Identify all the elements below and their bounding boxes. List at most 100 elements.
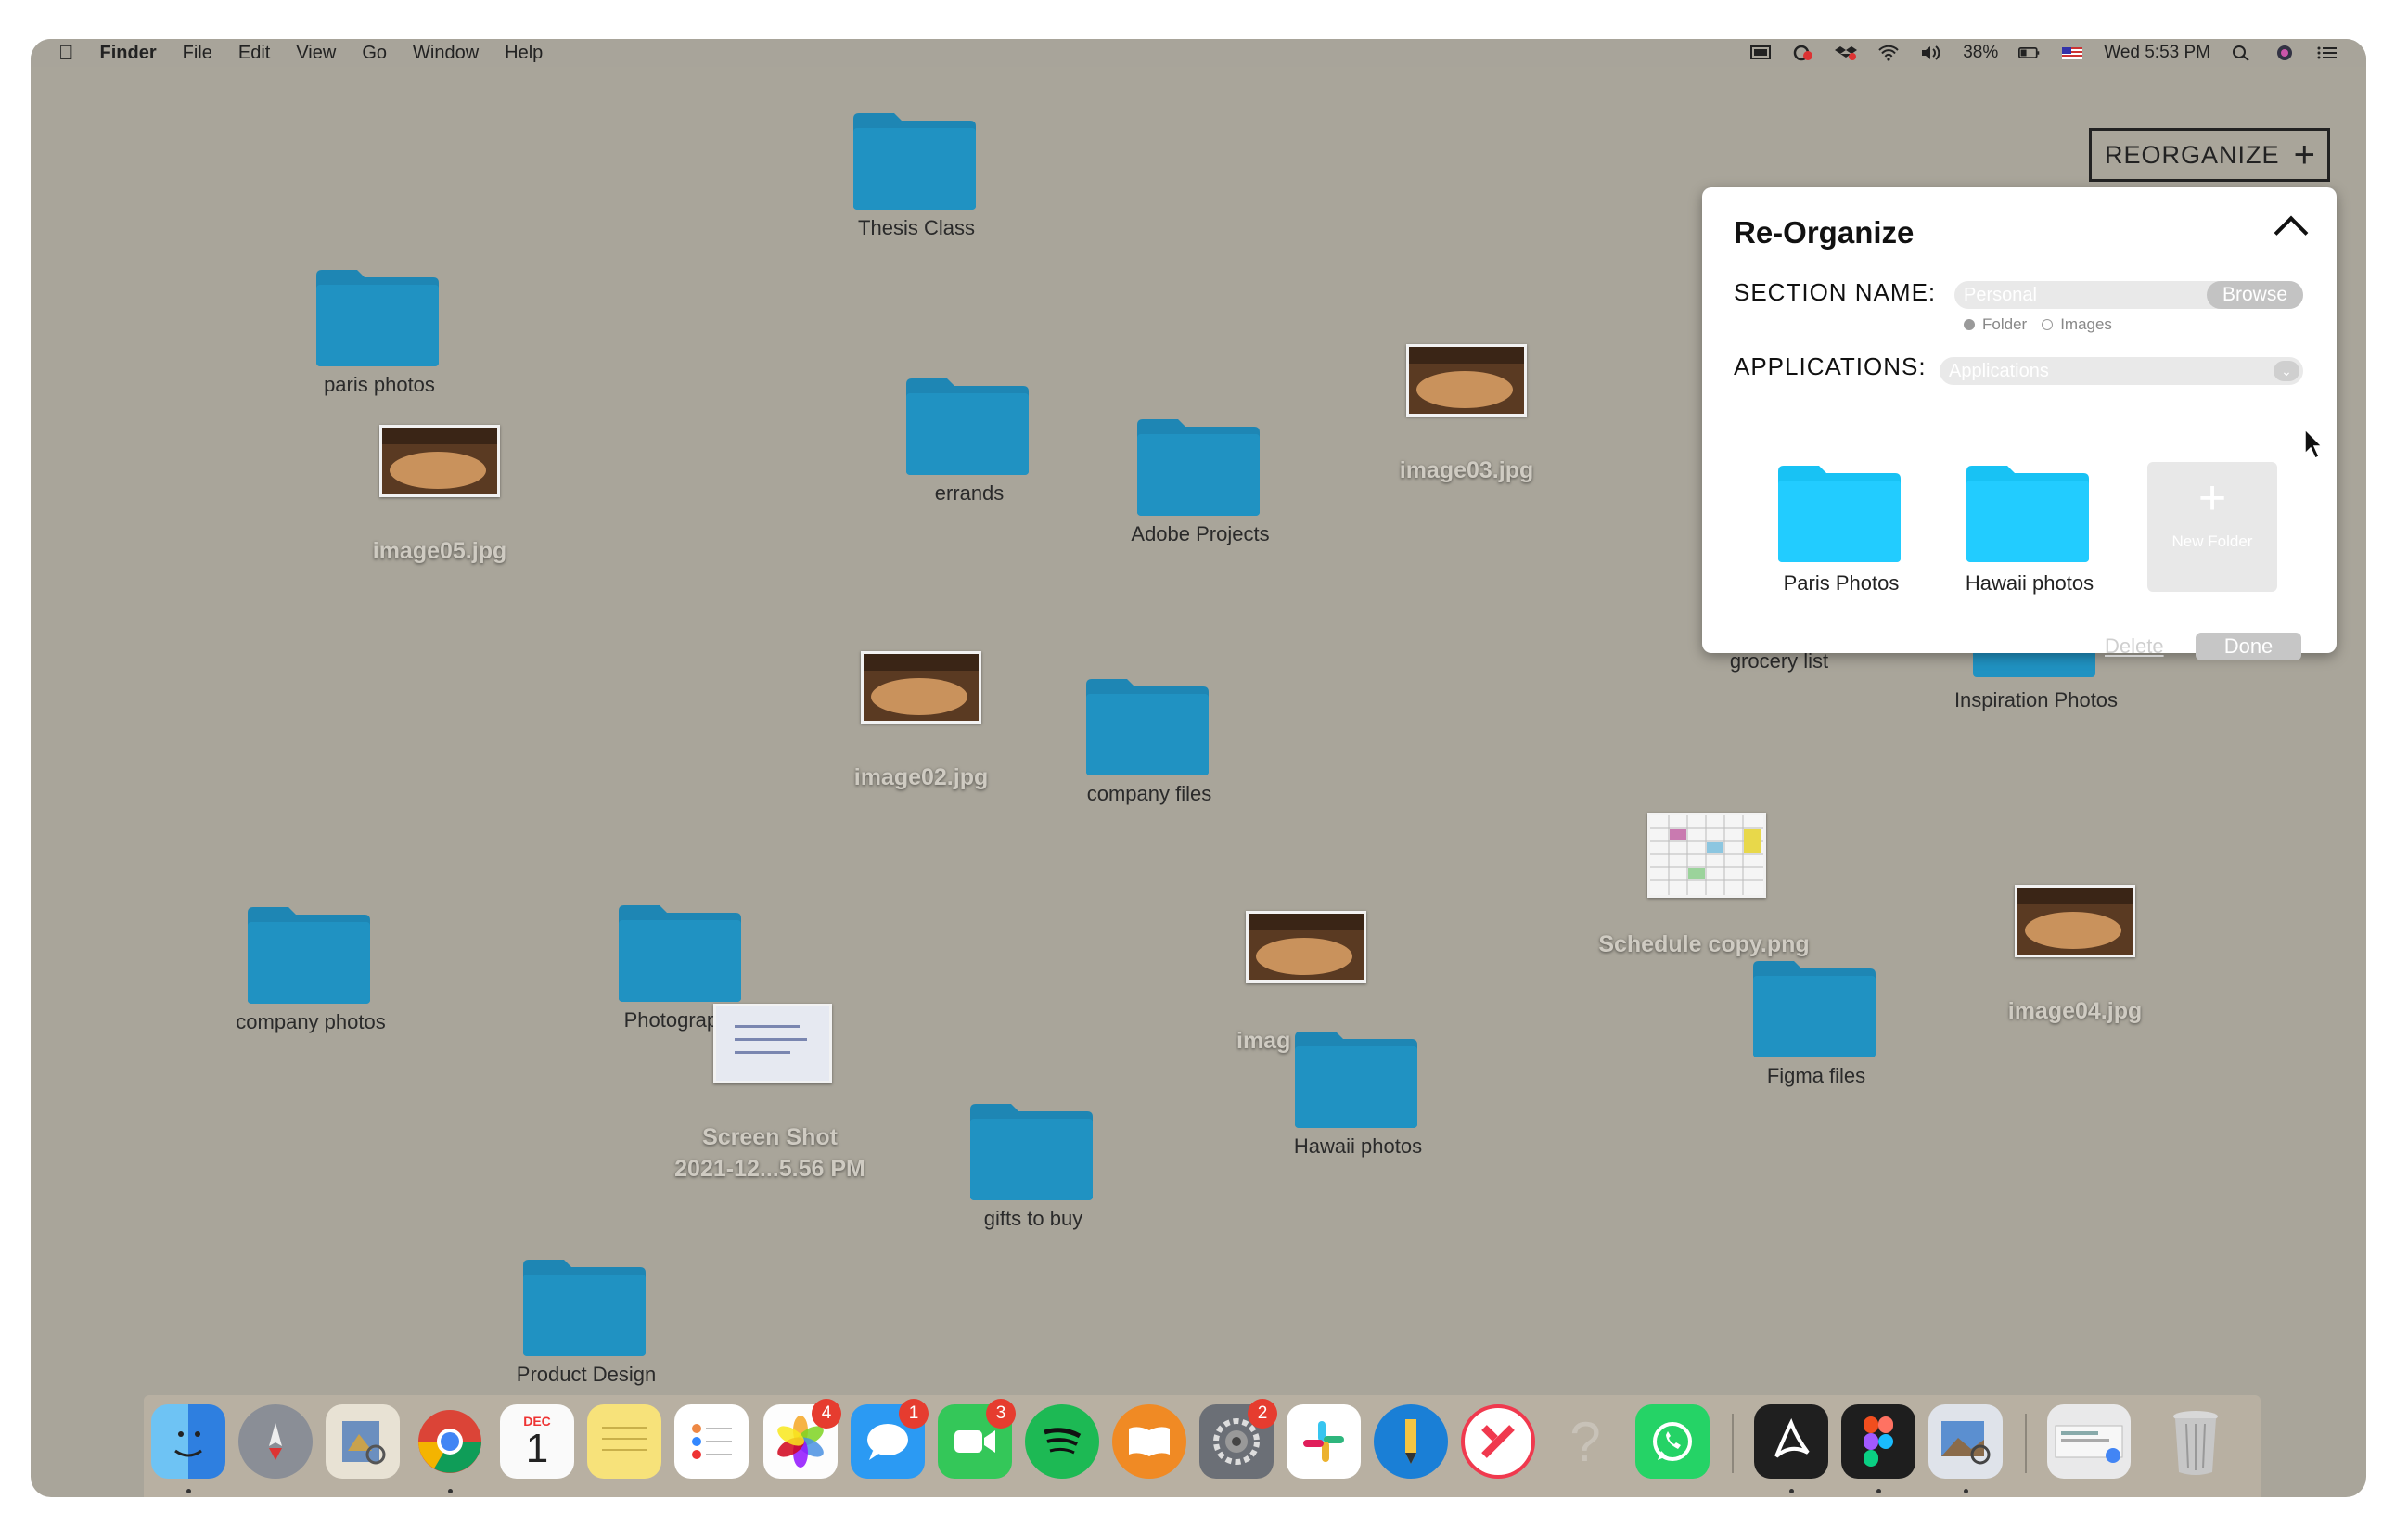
volume-icon[interactable] xyxy=(1920,45,1942,61)
folder-icon xyxy=(619,905,741,1002)
status-area: 38% Wed 5:53 PM xyxy=(1749,39,2338,67)
applications-placeholder: Applications xyxy=(1949,360,2049,381)
unknown-app-icon[interactable]: ? xyxy=(1548,1404,1622,1479)
image-thumbnail xyxy=(1406,344,1527,417)
trash-icon[interactable] xyxy=(2158,1404,2233,1479)
facetime-icon[interactable]: 3 xyxy=(938,1399,1016,1479)
us-flag-icon[interactable] xyxy=(2061,45,2083,61)
running-indicator xyxy=(1876,1489,1881,1493)
calendar-icon[interactable]: DEC 1 xyxy=(500,1404,574,1479)
section-name-placeholder: Personal xyxy=(1964,284,2037,305)
whatsapp-icon[interactable] xyxy=(1635,1404,1710,1479)
folder-icon xyxy=(853,113,976,210)
folder-label: Hawaii photos xyxy=(1293,1134,1423,1158)
battery-icon[interactable] xyxy=(2018,45,2041,61)
radio-folder-selected[interactable] xyxy=(1964,319,1975,330)
radio-images[interactable] xyxy=(2042,319,2054,330)
folder-icon xyxy=(316,270,439,366)
done-button[interactable]: Done xyxy=(2196,633,2301,660)
pages-icon[interactable] xyxy=(1374,1404,1448,1479)
folder-icon xyxy=(1086,679,1209,775)
siri-icon[interactable] xyxy=(2274,45,2296,61)
image-thumbnail xyxy=(1647,813,1766,898)
new-folder-button[interactable]: + New Folder xyxy=(2147,462,2277,592)
preview-icon[interactable] xyxy=(326,1404,400,1479)
panel-folder-hawaii-photos[interactable]: Hawaii photos xyxy=(1965,462,2094,595)
spotify-icon[interactable] xyxy=(1025,1404,1099,1479)
file-label: image03.jpg xyxy=(1399,457,1534,483)
radio-images-label: Images xyxy=(2060,315,2112,333)
figma-icon[interactable] xyxy=(1841,1404,1915,1493)
running-indicator xyxy=(186,1489,191,1493)
reorganize-panel: Re-Organize SECTION NAME: Personal Brows… xyxy=(1702,187,2337,660)
image-viewer-icon[interactable] xyxy=(1928,1404,2003,1493)
folder-label: Figma files xyxy=(1766,1064,1866,1087)
folder-icon xyxy=(1137,419,1260,516)
image-thumbnail xyxy=(2015,885,2135,957)
menu-app-finder[interactable]: Finder xyxy=(100,43,157,64)
folder-icon xyxy=(1753,961,1876,1057)
plus-icon: + xyxy=(2197,471,2227,525)
folder-label: errands xyxy=(934,481,1005,505)
collapse-chevron-icon[interactable] xyxy=(2274,215,2309,250)
menu-file[interactable]: File xyxy=(183,43,212,64)
folder-label: gifts to buy xyxy=(983,1207,1083,1230)
applications-dropdown[interactable]: Applications ⌄ xyxy=(1940,357,2303,385)
system-preferences-icon[interactable]: 2 xyxy=(1199,1399,1277,1479)
image-thumbnail xyxy=(713,1004,832,1083)
dock: DEC 1 4 1 3 2 ? xyxy=(144,1395,2261,1497)
news-icon[interactable] xyxy=(1461,1404,1535,1479)
section-name-input[interactable]: Personal Browse xyxy=(1954,281,2303,309)
menu-edit[interactable]: Edit xyxy=(238,43,270,64)
reminders-icon[interactable] xyxy=(674,1404,749,1479)
downloads-stack-icon[interactable] xyxy=(2047,1404,2131,1479)
books-icon[interactable] xyxy=(1112,1404,1186,1479)
menu-help[interactable]: Help xyxy=(505,43,543,64)
clock[interactable]: Wed 5:53 PM xyxy=(2104,43,2210,63)
battery-percent: 38% xyxy=(1963,43,1999,62)
panel-folder-label: Paris Photos xyxy=(1783,571,1900,595)
plus-icon: + xyxy=(2293,135,2316,175)
apple-menu-icon[interactable]:  xyxy=(58,41,74,65)
browse-button[interactable]: Browse xyxy=(2207,281,2303,309)
folder-icon xyxy=(1295,1032,1417,1128)
panel-folder-paris-photos[interactable]: Paris Photos xyxy=(1776,462,1902,595)
folder-icon xyxy=(1778,466,1901,562)
file-label: Screen Shot xyxy=(702,1124,838,1150)
photos-icon[interactable]: 4 xyxy=(763,1399,841,1479)
folder-label: company photos xyxy=(236,1010,386,1033)
folder-icon xyxy=(970,1104,1093,1200)
reorganize-label: REORGANIZE xyxy=(2105,140,2280,169)
finder-icon[interactable] xyxy=(151,1404,225,1493)
chevron-down-icon[interactable]: ⌄ xyxy=(2274,361,2299,381)
slack-icon[interactable] xyxy=(1287,1404,1361,1479)
messages-icon[interactable]: 1 xyxy=(851,1399,929,1479)
dropbox-icon[interactable] xyxy=(1835,45,1858,61)
launchpad-icon[interactable] xyxy=(238,1404,313,1479)
notification-center-icon[interactable] xyxy=(2316,45,2338,61)
file-label-line2: 2021-12...5.56 PM xyxy=(674,1156,865,1182)
reorganize-button[interactable]: REORGANIZE + xyxy=(2089,128,2330,182)
menu-go[interactable]: Go xyxy=(362,43,387,64)
folder-icon xyxy=(523,1260,646,1356)
notes-icon[interactable] xyxy=(587,1404,661,1479)
image-thumbnail xyxy=(861,651,981,724)
radio-folder-label: Folder xyxy=(1982,315,2028,333)
panel-title: Re-Organize xyxy=(1734,215,1915,250)
menu-bar:  Finder File Edit View Go Window Help 3… xyxy=(31,39,2366,67)
spotlight-search-icon[interactable] xyxy=(2231,45,2253,61)
display-icon[interactable] xyxy=(1749,45,1772,61)
folder-icon xyxy=(1966,466,2089,562)
folder-icon xyxy=(248,907,370,1004)
notification-badge: 1 xyxy=(899,1399,929,1429)
chrome-icon[interactable] xyxy=(413,1404,487,1493)
creative-cloud-icon[interactable] xyxy=(1792,45,1814,61)
menu-window[interactable]: Window xyxy=(413,43,479,64)
folder-label: paris photos xyxy=(324,373,435,396)
menu-view[interactable]: View xyxy=(296,43,336,64)
wifi-icon[interactable] xyxy=(1877,45,1900,61)
folder-label: Product Design xyxy=(516,1363,657,1386)
folder-label: Adobe Projects xyxy=(1131,522,1270,545)
acrobat-icon[interactable] xyxy=(1754,1404,1828,1493)
delete-link[interactable]: Delete xyxy=(2105,634,2164,659)
